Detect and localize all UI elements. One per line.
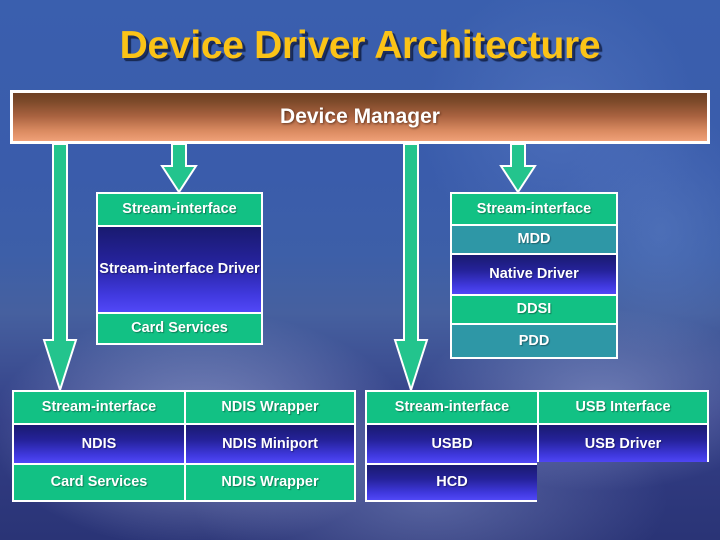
stack-cell-stream-interface: Stream-interface — [98, 194, 261, 225]
grid-cell-hcd: HCD — [367, 463, 537, 500]
ndis-grid: Stream-interface NDIS Wrapper NDIS NDIS … — [12, 390, 356, 502]
stack-cell-mdd: MDD — [452, 224, 616, 253]
arrow-device-manager-to-native-driver — [499, 144, 537, 194]
grid-cell-usb-driver: USB Driver — [537, 423, 707, 463]
stack-cell-pdd: PDD — [452, 323, 616, 357]
stack-cell-native-driver: Native Driver — [452, 253, 616, 294]
grid-cell-ndis-miniport: NDIS Miniport — [184, 423, 354, 463]
slide-canvas: Device Driver Architecture Device Manage… — [0, 0, 720, 540]
stack-cell-stream-interface: Stream-interface — [452, 194, 616, 224]
stack-cell-card-services: Card Services — [98, 312, 261, 343]
page-title: Device Driver Architecture — [119, 24, 601, 67]
native-driver-stack: Stream-interface MDD Native Driver DDSI … — [450, 192, 618, 359]
stream-interface-driver-stack: Stream-interface Stream-interface Driver… — [96, 192, 263, 345]
grid-cell-empty — [537, 463, 707, 500]
arrow-device-manager-to-stream-interface-driver — [160, 144, 198, 194]
grid-cell-ndis-wrapper-top: NDIS Wrapper — [184, 392, 354, 423]
grid-cell-ndis: NDIS — [14, 423, 184, 463]
grid-cell-stream-interface: Stream-interface — [367, 392, 537, 423]
stack-cell-ddsi: DDSI — [452, 294, 616, 323]
stack-cell-stream-interface-driver: Stream-interface Driver — [98, 225, 261, 312]
grid-cell-usb-interface: USB Interface — [537, 392, 707, 423]
usb-grid: Stream-interface USB Interface USBD USB … — [365, 390, 709, 502]
grid-cell-card-services: Card Services — [14, 463, 184, 500]
grid-cell-stream-interface: Stream-interface — [14, 392, 184, 423]
grid-cell-ndis-wrapper-bottom: NDIS Wrapper — [184, 463, 354, 500]
arrow-device-manager-to-pcmcia-grid — [42, 144, 78, 392]
arrow-device-manager-to-usb-grid — [393, 144, 429, 392]
grid-cell-usbd: USBD — [367, 423, 537, 463]
device-manager-label: Device Manager — [280, 105, 440, 128]
device-manager-banner: Device Manager — [10, 90, 710, 144]
